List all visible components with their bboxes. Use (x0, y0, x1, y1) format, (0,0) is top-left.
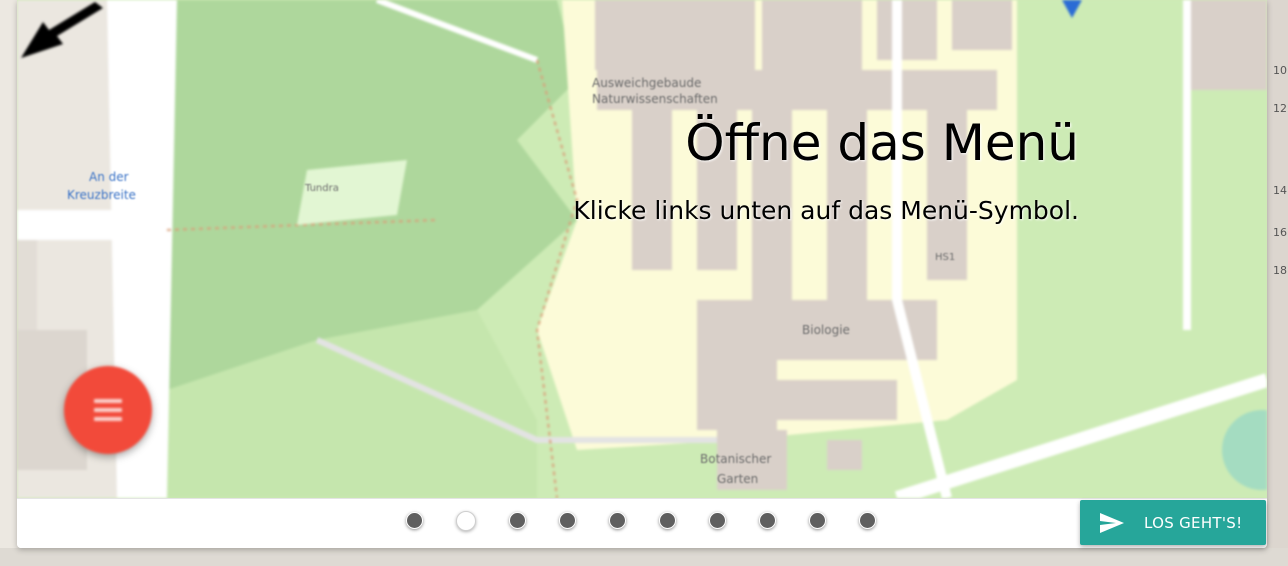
send-icon (1100, 512, 1124, 533)
map-illustration (17, 0, 1267, 498)
tour-title: Öffne das Menü (685, 114, 1079, 172)
background-map-bottom (0, 548, 1288, 566)
step-dot[interactable] (859, 512, 876, 529)
step-dot-active[interactable] (456, 511, 476, 531)
step-dot[interactable] (609, 512, 626, 529)
map-label: Kreuzbreite (67, 188, 136, 202)
map-label: HS1 (935, 252, 956, 263)
background-map-left (0, 0, 18, 566)
menu-fab-button[interactable] (64, 366, 152, 454)
step-dot[interactable] (509, 512, 526, 529)
start-button[interactable]: LOS GEHT'S! (1080, 500, 1266, 545)
map-label: Tundra (305, 183, 339, 194)
step-dot[interactable] (759, 512, 776, 529)
map-label: Garten (717, 472, 759, 486)
house-number: 14 (1273, 184, 1287, 197)
house-number: 18 (1273, 264, 1287, 277)
house-number: 10 (1273, 64, 1287, 77)
arrow-icon (21, 2, 103, 58)
step-dot[interactable] (709, 512, 726, 529)
map-label: Naturwissenschaften (592, 92, 718, 106)
step-dot[interactable] (659, 512, 676, 529)
step-dot[interactable] (809, 512, 826, 529)
step-dot[interactable] (559, 512, 576, 529)
background-map-right (1266, 0, 1288, 566)
map-label: An der (89, 170, 129, 184)
house-number: 12 (1273, 102, 1287, 115)
tour-modal: Ausweichgebaude Naturwissenschaften Biol… (17, 0, 1267, 548)
step-indicator (406, 511, 909, 532)
house-number: 16 (1273, 226, 1287, 239)
tour-subtitle: Klicke links unten auf das Menü-Symbol. (573, 196, 1079, 225)
tour-slide: Ausweichgebaude Naturwissenschaften Biol… (17, 0, 1267, 498)
map-label: Ausweichgebaude (592, 76, 702, 90)
map-label: Biologie (802, 323, 850, 337)
map-label: Botanischer (700, 452, 772, 466)
hamburger-icon (94, 399, 122, 421)
step-dot[interactable] (406, 512, 423, 529)
start-button-label: LOS GEHT'S! (1144, 513, 1243, 532)
